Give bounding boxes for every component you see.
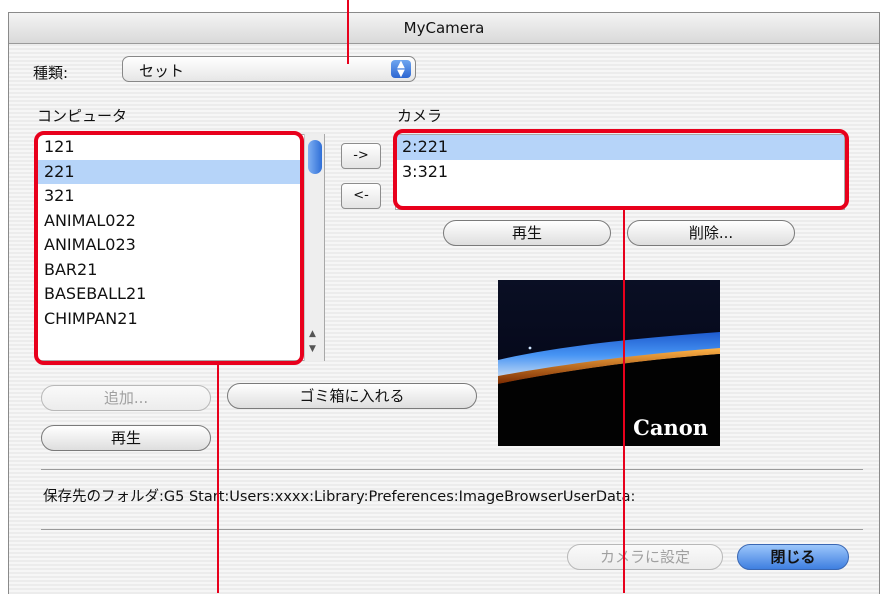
- mycamera-window: MyCamera 種類: セット ▲ ▼ コンピュータ カメラ 121 221 321…: [8, 12, 880, 594]
- annotation-line: [347, 0, 349, 64]
- scrollbar-thumb[interactable]: [308, 140, 322, 174]
- list-item[interactable]: 121: [38, 135, 324, 160]
- camera-play-button[interactable]: 再生: [443, 220, 611, 246]
- camera-file-list[interactable]: 2:221 3:321: [395, 134, 845, 210]
- list-item[interactable]: BAR21: [38, 258, 324, 283]
- close-button[interactable]: 閉じる: [737, 544, 849, 570]
- annotation-line: [623, 210, 625, 593]
- list-item[interactable]: ANIMAL023: [38, 233, 324, 258]
- list-item[interactable]: 2:221: [396, 135, 844, 160]
- move-to-trash-button[interactable]: ゴミ箱に入れる: [227, 383, 477, 409]
- scroll-up-arrow-icon[interactable]: ▲: [309, 329, 316, 339]
- annotation-line: [217, 365, 219, 593]
- list-item[interactable]: 221: [38, 159, 324, 184]
- title-bar[interactable]: MyCamera: [9, 13, 879, 44]
- type-select-value: セット: [139, 62, 185, 80]
- set-to-camera-button[interactable]: カメラに設定: [567, 544, 723, 570]
- updown-arrows-icon: ▲ ▼: [391, 60, 411, 79]
- save-folder-path: 保存先のフォルダ:G5 Start:Users:xxxx:Library:Pre…: [43, 489, 636, 505]
- computer-list-scrollbar[interactable]: ▲ ▼: [304, 134, 324, 361]
- divider: [41, 469, 863, 470]
- list-item[interactable]: 321: [38, 184, 324, 209]
- preview-image: Canon: [498, 280, 720, 446]
- camera-list-heading: カメラ: [397, 107, 443, 125]
- move-to-computer-button[interactable]: <-: [341, 183, 381, 209]
- computer-list-heading: コンピュータ: [37, 107, 128, 125]
- computer-play-button[interactable]: 再生: [41, 425, 211, 451]
- list-item[interactable]: 3:321: [396, 160, 844, 185]
- add-button[interactable]: 追加...: [41, 385, 211, 411]
- list-item[interactable]: BASEBALL21: [38, 282, 324, 307]
- list-item[interactable]: ANIMAL022: [38, 209, 324, 234]
- camera-delete-button[interactable]: 削除...: [627, 220, 795, 246]
- divider: [41, 529, 863, 530]
- window-title: MyCamera: [403, 19, 485, 37]
- type-select[interactable]: セット ▲ ▼: [122, 56, 416, 82]
- type-label: 種類:: [33, 64, 69, 82]
- move-to-camera-button[interactable]: ->: [341, 143, 381, 169]
- list-item[interactable]: CHIMPAN21: [38, 307, 324, 332]
- scroll-down-arrow-icon[interactable]: ▼: [309, 344, 316, 354]
- canon-logo: Canon: [633, 415, 708, 440]
- computer-file-list[interactable]: 121 221 321 ANIMAL022 ANIMAL023 BAR21 BASEBALL…: [37, 134, 325, 361]
